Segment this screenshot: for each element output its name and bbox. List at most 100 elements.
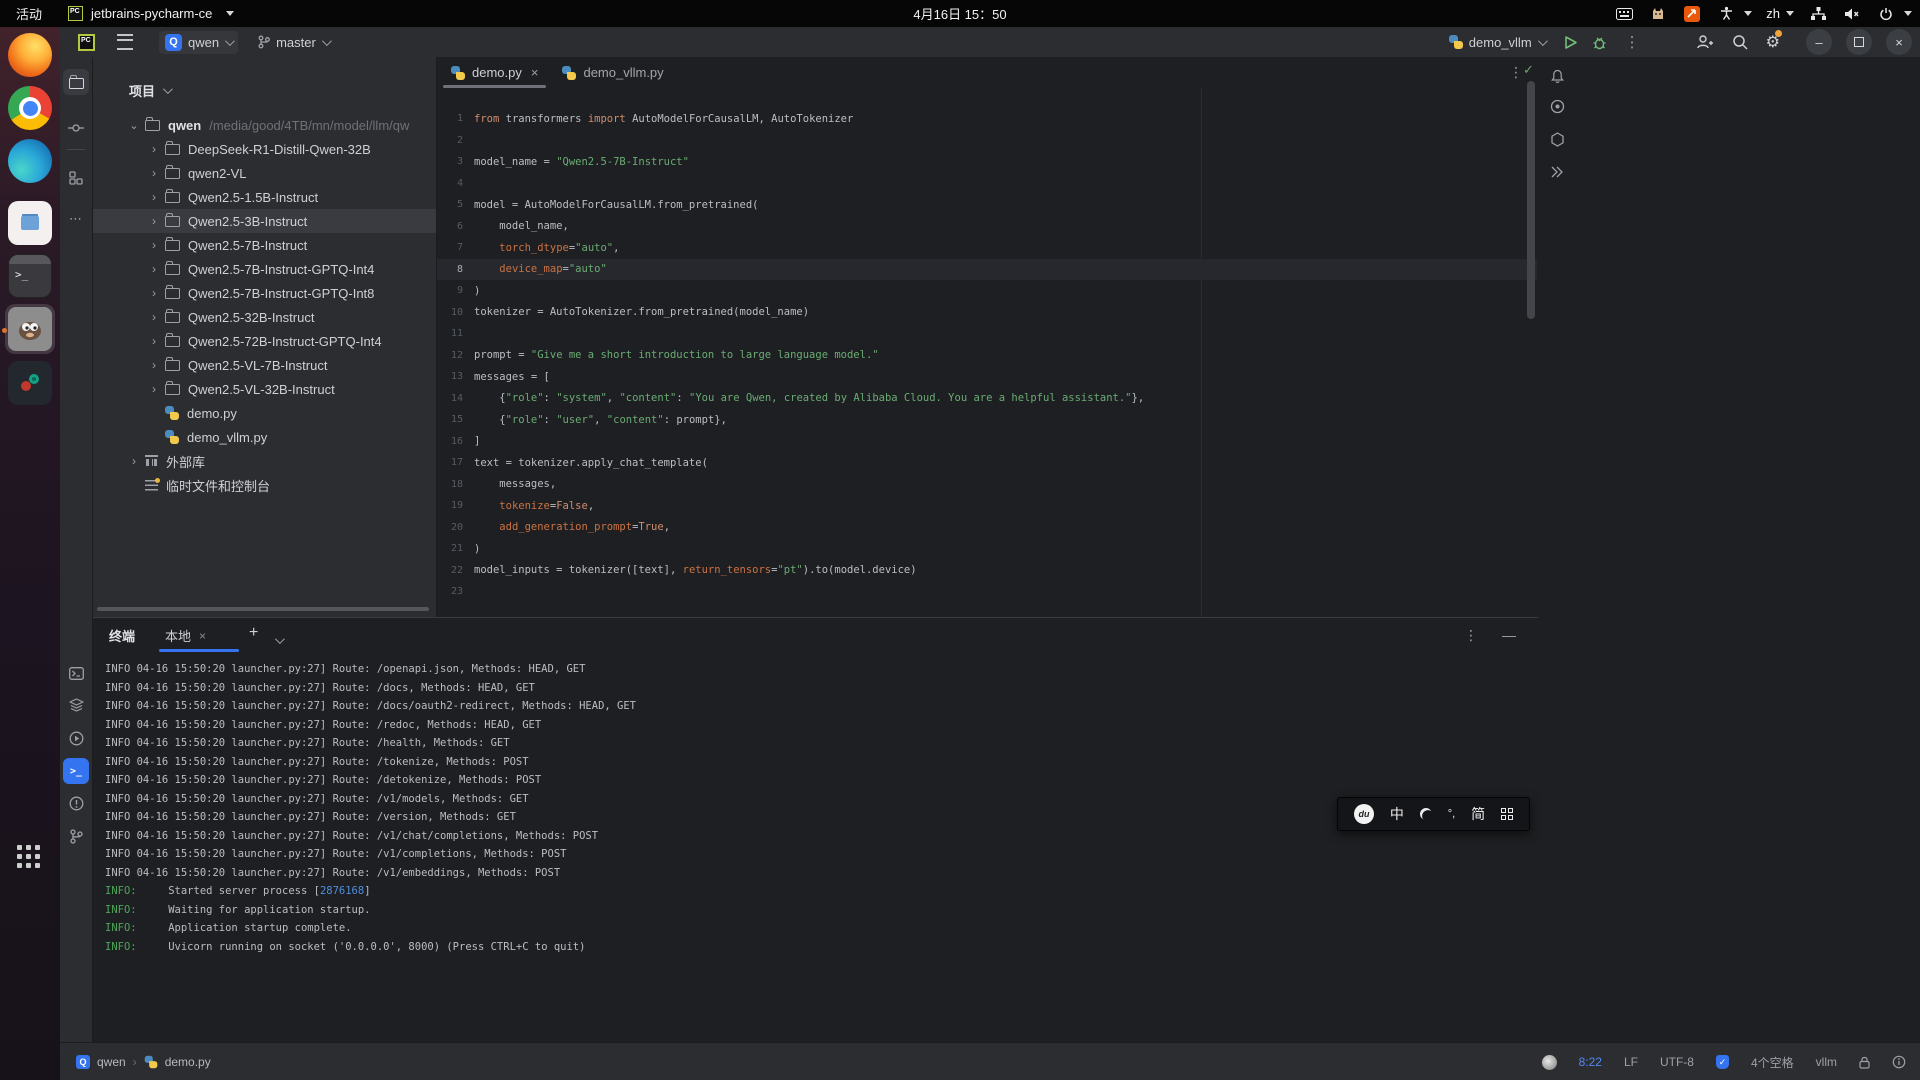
version-control-icon[interactable] [63, 823, 89, 849]
project-tool-icon[interactable] [63, 69, 89, 95]
notifications-bell-icon[interactable] [1546, 65, 1568, 87]
code-line-2[interactable]: 2 [437, 130, 1537, 152]
debug-button[interactable] [1592, 35, 1607, 50]
meetings-icon[interactable] [1546, 95, 1568, 117]
chevron-collapsed-icon[interactable]: › [149, 142, 159, 156]
tab-options-icon[interactable]: ⋮ [1509, 64, 1523, 81]
firefox-icon[interactable] [8, 33, 52, 77]
main-menu-icon[interactable] [117, 34, 133, 50]
more-actions-icon[interactable]: ⋮ [1625, 33, 1640, 51]
app-menu[interactable]: PC jetbrains-pycharm-ce [58, 0, 244, 27]
tree-item-demo-py[interactable]: demo.py [93, 401, 437, 425]
lock-icon[interactable] [1859, 1056, 1870, 1069]
run-tool-icon[interactable] [63, 725, 89, 751]
problems-tool-icon[interactable] [63, 790, 89, 816]
code-area[interactable]: 1from transformers import AutoModelForCa… [437, 88, 1538, 617]
breadcrumb-project[interactable]: qwen [97, 1055, 126, 1069]
code-line-15[interactable]: 15 {"role": "user", "content": prompt}, [437, 409, 1537, 431]
ime-punctuation-mode[interactable]: °, [1448, 808, 1455, 820]
run-configuration-widget[interactable]: demo_vllm [1443, 32, 1551, 53]
ime-simplified-mode[interactable]: 简 [1471, 804, 1485, 824]
chevron-collapsed-icon[interactable]: › [149, 310, 159, 324]
code-line-18[interactable]: 18 messages, [437, 474, 1537, 496]
structure-tool-icon[interactable] [63, 165, 89, 191]
commit-tool-icon[interactable] [63, 115, 89, 141]
settings-button[interactable]: ⚙ [1766, 32, 1780, 52]
ai-assistant-icon[interactable] [1546, 128, 1568, 150]
code-line-9[interactable]: 9) [437, 280, 1537, 302]
ime-keyboard-icon[interactable] [1501, 808, 1513, 820]
code-line-17[interactable]: 17text = tokenizer.apply_chat_template( [437, 452, 1537, 474]
tree-item-qwen2-5-1-5b-instruct[interactable]: ›Qwen2.5-1.5B-Instruct [93, 185, 437, 209]
tree-item--[interactable]: 临时文件和控制台 [93, 473, 437, 497]
tree-item-qwen2-5-7b-instruct-gptq-int8[interactable]: ›Qwen2.5-7B-Instruct-GPTQ-Int8 [93, 281, 437, 305]
chevron-collapsed-icon[interactable]: › [149, 286, 159, 300]
ime-chinese-mode[interactable]: 中 [1390, 804, 1404, 824]
input-language-indicator[interactable]: zh [1766, 6, 1794, 21]
terminal-title[interactable]: 终端 [109, 626, 135, 645]
code-line-4[interactable]: 4 [437, 173, 1537, 195]
moon-fullwidth-icon[interactable] [1417, 806, 1434, 823]
line-separator-widget[interactable]: LF [1624, 1055, 1638, 1069]
tab-demo-py[interactable]: demo.py × [439, 57, 550, 88]
code-line-22[interactable]: 22model_inputs = tokenizer([text], retur… [437, 560, 1537, 582]
system-tray[interactable]: zh [1614, 0, 1912, 27]
chevron-collapsed-icon[interactable]: › [149, 190, 159, 204]
services-icon[interactable] [63, 692, 89, 718]
tree-item-qwen[interactable]: ⌄qwen/media/good/4TB/mn/model/llm/qw [93, 113, 437, 137]
gimp-icon[interactable] [8, 307, 52, 351]
code-line-20[interactable]: 20 add_generation_prompt=True, [437, 517, 1537, 539]
tree-item-demo-vllm-py[interactable]: demo_vllm.py [93, 425, 437, 449]
chevron-down-icon[interactable] [275, 631, 282, 649]
code-line-13[interactable]: 13messages = [ [437, 366, 1537, 388]
plugin-badge-icon[interactable]: ✓ [1716, 1055, 1729, 1069]
code-line-3[interactable]: 3model_name = "Qwen2.5-7B-Instruct" [437, 151, 1537, 173]
chevron-collapsed-icon[interactable]: › [149, 262, 159, 276]
media-app-icon[interactable] [8, 361, 52, 405]
indent-widget[interactable]: 4个空格 [1751, 1054, 1794, 1071]
chevron-collapsed-icon[interactable]: › [149, 382, 159, 396]
tree-item-qwen2-5-7b-instruct[interactable]: ›Qwen2.5-7B-Instruct [93, 233, 437, 257]
terminal-options-icon[interactable]: ⋮ [1464, 627, 1478, 644]
code-line-5[interactable]: 5model = AutoModelForCausalLM.from_pretr… [437, 194, 1537, 216]
chevron-collapsed-icon[interactable]: › [149, 334, 159, 348]
breadcrumb-file[interactable]: demo.py [165, 1055, 211, 1069]
horizontal-scrollbar[interactable] [97, 607, 429, 611]
code-line-12[interactable]: 12prompt = "Give me a short introduction… [437, 345, 1537, 367]
restore-button[interactable] [1846, 29, 1872, 55]
terminal-app-icon[interactable]: >_ [8, 254, 52, 298]
chevron-collapsed-icon[interactable]: › [129, 454, 139, 468]
status-time[interactable]: 8:22 [1579, 1055, 1602, 1069]
keyboard-icon[interactable] [1614, 5, 1634, 23]
code-line-19[interactable]: 19 tokenize=False, [437, 495, 1537, 517]
show-applications-icon[interactable] [17, 845, 40, 868]
editor-scrollbar[interactable] [1527, 81, 1535, 319]
code-line-14[interactable]: 14 {"role": "system", "content": "You ar… [437, 388, 1537, 410]
pet-indicator-icon[interactable] [1648, 5, 1668, 23]
tree-item-qwen2-5-7b-instruct-gptq-int4[interactable]: ›Qwen2.5-7B-Instruct-GPTQ-Int4 [93, 257, 437, 281]
code-line-21[interactable]: 21) [437, 538, 1537, 560]
tree-item--[interactable]: ›外部库 [93, 449, 437, 473]
tree-item-deepseek-r1-distill-qwen-32b[interactable]: ›DeepSeek-R1-Distill-Qwen-32B [93, 137, 437, 161]
tree-item-qwen2-5-72b-instruct-gptq-int4[interactable]: ›Qwen2.5-72B-Instruct-GPTQ-Int4 [93, 329, 437, 353]
hide-panel-icon[interactable]: — [1502, 627, 1516, 644]
chevron-collapsed-icon[interactable]: › [149, 214, 159, 228]
minimize-button[interactable]: – [1806, 29, 1832, 55]
python-console-icon[interactable] [63, 660, 89, 686]
code-line-6[interactable]: 6 model_name, [437, 216, 1537, 238]
close-button[interactable]: × [1886, 29, 1912, 55]
ime-engine-icon[interactable]: du [1354, 804, 1374, 824]
project-panel-header[interactable]: 项目 [129, 81, 170, 100]
vcs-branch-widget[interactable]: master [252, 32, 335, 53]
hide-windows-icon[interactable] [1546, 161, 1568, 183]
files-app-icon[interactable] [8, 201, 52, 245]
clock[interactable]: 4月16日 15：50 [855, 0, 1065, 27]
close-tab-icon[interactable]: × [199, 629, 206, 643]
interpreter-widget[interactable]: vllm [1816, 1055, 1837, 1069]
tree-item-qwen2-5-vl-7b-instruct[interactable]: ›Qwen2.5-VL-7B-Instruct [93, 353, 437, 377]
chevron-collapsed-icon[interactable]: › [149, 238, 159, 252]
encoding-widget[interactable]: UTF-8 [1660, 1055, 1694, 1069]
code-line-10[interactable]: 10tokenizer = AutoTokenizer.from_pretrai… [437, 302, 1537, 324]
chevron-expanded-icon[interactable]: ⌄ [129, 119, 139, 132]
code-line-23[interactable]: 23 [437, 581, 1537, 603]
